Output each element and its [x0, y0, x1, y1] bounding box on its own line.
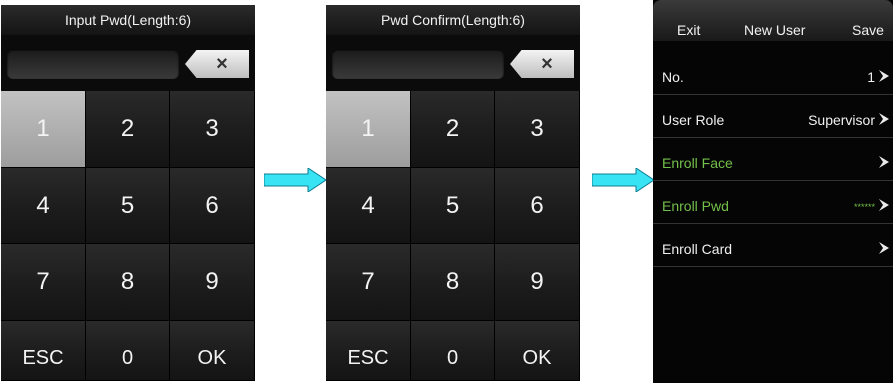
- key-4[interactable]: 4: [1, 168, 86, 244]
- key-6[interactable]: 6: [170, 168, 255, 244]
- key-9[interactable]: 9: [170, 244, 255, 321]
- key-2[interactable]: 2: [411, 91, 495, 168]
- keypad: 1 2 3 4 5 6 7 8 9 ESC 0 OK: [326, 91, 580, 381]
- esc-key[interactable]: ESC: [326, 321, 411, 381]
- key-5[interactable]: 5: [86, 168, 170, 244]
- exit-button[interactable]: Exit: [677, 22, 700, 38]
- key-2[interactable]: 2: [86, 91, 170, 168]
- chevron-right-icon: [879, 242, 889, 254]
- key-3[interactable]: 3: [170, 91, 255, 168]
- menu-header: Exit New User Save: [653, 0, 893, 41]
- pwd-confirm-screen: Pwd Confirm(Length:6) × 1 2 3 4 5 6 7 8 …: [326, 5, 580, 381]
- right-arrow-icon: [264, 168, 326, 192]
- row-value: 1: [867, 69, 875, 85]
- key-9[interactable]: 9: [495, 244, 580, 321]
- password-field[interactable]: [7, 49, 179, 79]
- row-value: ******: [853, 202, 875, 212]
- new-user-screen: Exit New User Save No. 1 User Role Super…: [653, 0, 893, 383]
- clear-x-icon: ×: [541, 53, 553, 75]
- row-enroll-card[interactable]: Enroll Card: [653, 225, 893, 267]
- row-label: Enroll Card: [662, 241, 733, 257]
- clear-x-icon: ×: [216, 53, 228, 75]
- screen-title: Input Pwd(Length:6): [1, 5, 255, 35]
- stage: Input Pwd(Length:6) × 1 2 3 4 5 6 7 8 9 …: [0, 0, 893, 383]
- key-8[interactable]: 8: [411, 244, 495, 321]
- chevron-right-icon: [879, 113, 889, 125]
- keypad: 1 2 3 4 5 6 7 8 9 ESC 0 OK: [1, 91, 255, 381]
- row-label: No.: [662, 69, 684, 85]
- key-4[interactable]: 4: [326, 168, 411, 244]
- ok-key[interactable]: OK: [170, 321, 255, 381]
- key-7[interactable]: 7: [326, 244, 411, 321]
- clear-button[interactable]: ×: [185, 50, 249, 78]
- row-label: Enroll Face: [662, 155, 733, 171]
- row-value: Supervisor: [808, 112, 875, 128]
- row-label: Enroll Pwd: [662, 198, 729, 214]
- clear-button[interactable]: ×: [510, 50, 574, 78]
- row-no[interactable]: No. 1: [653, 53, 893, 95]
- chevron-right-icon: [879, 156, 889, 168]
- right-arrow-icon: [592, 168, 654, 192]
- key-8[interactable]: 8: [86, 244, 170, 321]
- key-7[interactable]: 7: [1, 244, 86, 321]
- ok-key[interactable]: OK: [495, 321, 580, 381]
- screen-title: Pwd Confirm(Length:6): [326, 5, 580, 35]
- row-enroll-pwd[interactable]: Enroll Pwd ******: [653, 182, 893, 224]
- key-0[interactable]: 0: [411, 321, 495, 381]
- save-button[interactable]: Save: [852, 22, 884, 38]
- key-5[interactable]: 5: [411, 168, 495, 244]
- key-1[interactable]: 1: [1, 91, 86, 168]
- menu-title: New User: [744, 22, 806, 38]
- key-6[interactable]: 6: [495, 168, 580, 244]
- key-1[interactable]: 1: [326, 91, 411, 168]
- chevron-right-icon: [879, 70, 889, 82]
- password-field[interactable]: [332, 49, 504, 79]
- row-enroll-face[interactable]: Enroll Face: [653, 139, 893, 181]
- row-label: User Role: [662, 112, 725, 128]
- chevron-right-icon: [879, 199, 889, 211]
- row-user-role[interactable]: User Role Supervisor: [653, 96, 893, 138]
- key-0[interactable]: 0: [86, 321, 170, 381]
- key-3[interactable]: 3: [495, 91, 580, 168]
- esc-key[interactable]: ESC: [1, 321, 86, 381]
- input-pwd-screen: Input Pwd(Length:6) × 1 2 3 4 5 6 7 8 9 …: [1, 5, 255, 381]
